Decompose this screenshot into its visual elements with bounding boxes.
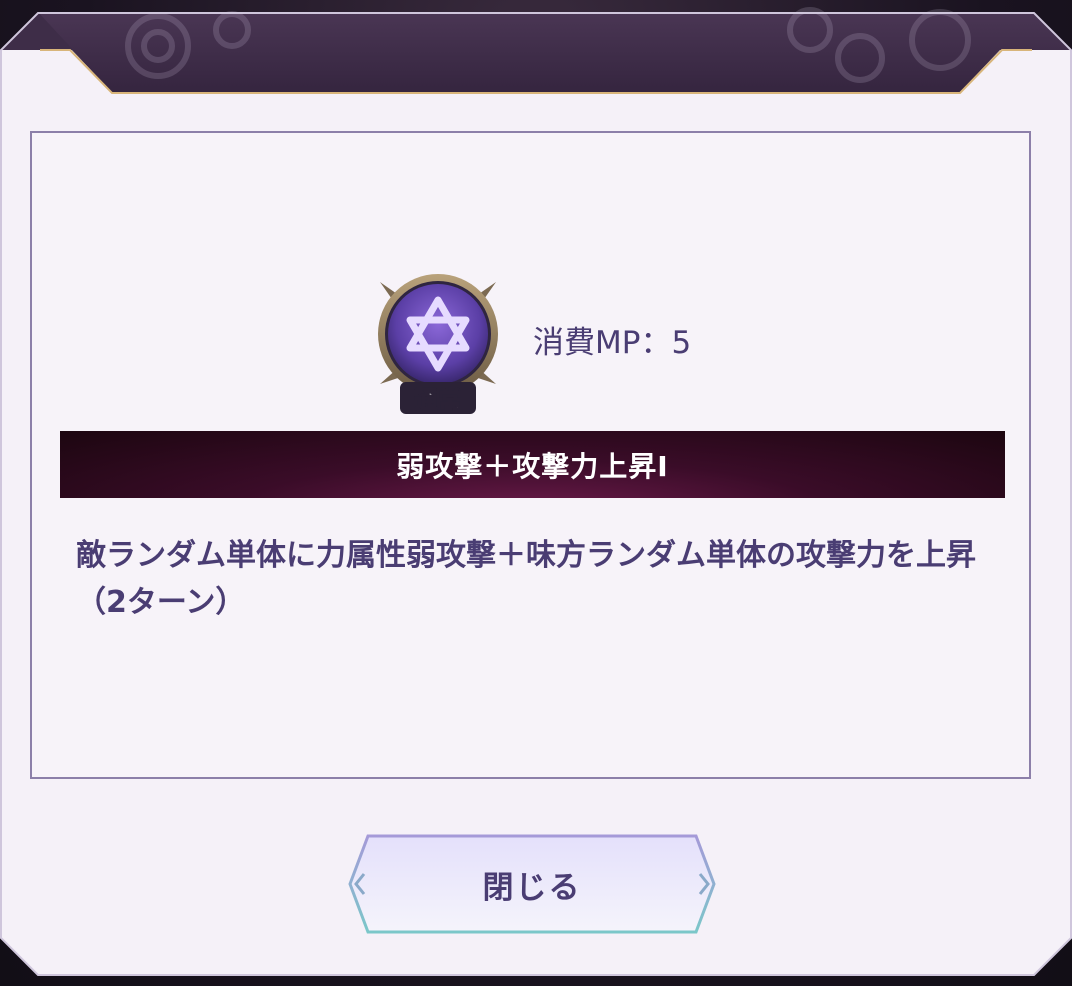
skill-description: 敵ランダム単体に力属性弱攻撃＋味方ランダム単体の攻撃力を上昇（2ターン） (76, 538, 976, 620)
svg-text:通常: 通常 (414, 386, 462, 414)
skill-type-emblem: 通常 (378, 274, 498, 415)
close-button-label: 閉じる (482, 869, 582, 906)
close-button[interactable]: 閉じる (348, 834, 716, 934)
mp-cost: 消費MP：5 (533, 325, 692, 361)
skill-name-bar: 弱攻撃＋攻撃力上昇I (60, 431, 1005, 498)
skill-name: 弱攻撃＋攻撃力上昇I (396, 449, 669, 483)
badge-label: 通常 (400, 382, 476, 415)
